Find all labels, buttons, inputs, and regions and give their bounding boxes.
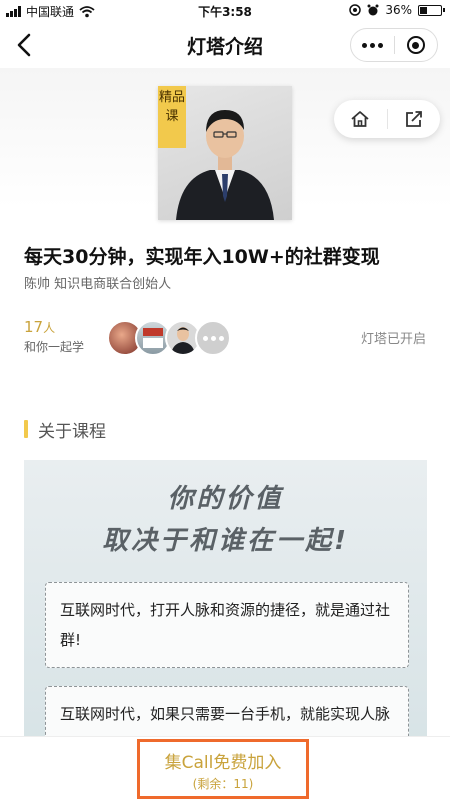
nav-bar: 灯塔介绍 [0, 22, 450, 68]
section-header: 关于课程 [24, 418, 106, 442]
section-title: 关于课程 [38, 421, 106, 442]
battery-fill [420, 6, 427, 14]
learner-count: 17人 [24, 318, 84, 336]
miniapp-capsule [350, 28, 438, 62]
remaining-count: (剩余：11) [192, 777, 254, 791]
learner-count-unit: 人 [43, 321, 56, 335]
more-dots-icon [202, 335, 224, 341]
status-right: 36% [349, 3, 445, 17]
course-title: 每天30分钟，实现年入10W+的社群变现 [24, 246, 380, 268]
learner-info: 17人 和你一起学 [24, 318, 84, 355]
target-icon [406, 36, 425, 54]
lighthouse-status: 灯塔已开启 [360, 332, 426, 347]
promo-headline-1: 你的价值 [167, 484, 284, 514]
course-cover: 精品课 [158, 86, 292, 220]
alarm-icon [367, 4, 379, 16]
promo-headline-2: 取决于和谁在一起! [102, 526, 349, 556]
location-lock-icon [349, 4, 362, 16]
share-icon [405, 111, 422, 127]
promo-card-1: 互联网时代，打开人脉和资源的捷径，就是通过社群! [45, 582, 409, 668]
home-icon [351, 111, 369, 127]
status-bar: 中国联通 下午3:58 36% [0, 0, 450, 22]
course-promo-image: 你的价值 取决于和谁在一起! 互联网时代，打开人脉和资源的捷径，就是通过社群! … [24, 460, 427, 750]
bottom-bar: 集Call免费加入 (剩余：11) [0, 736, 450, 800]
share-button[interactable] [387, 100, 440, 138]
floating-actions [334, 100, 440, 138]
premium-badge: 精品课 [158, 86, 186, 148]
section-accent-bar [24, 420, 28, 438]
more-dots-icon [361, 42, 383, 48]
close-miniapp-button[interactable] [394, 28, 437, 62]
course-author: 陈帅 知识电商联合创始人 [24, 277, 172, 292]
home-button[interactable] [334, 100, 387, 138]
more-button[interactable] [351, 28, 394, 62]
learner-count-number: 17 [24, 318, 44, 336]
battery-icon [418, 4, 445, 16]
battery-percent: 36% [385, 3, 412, 17]
learner-subtitle: 和你一起学 [24, 340, 85, 354]
free-join-button[interactable]: 集Call免费加入 (剩余：11) [137, 739, 309, 799]
more-avatars [195, 320, 231, 356]
join-label: 集Call免费加入 [164, 753, 282, 773]
